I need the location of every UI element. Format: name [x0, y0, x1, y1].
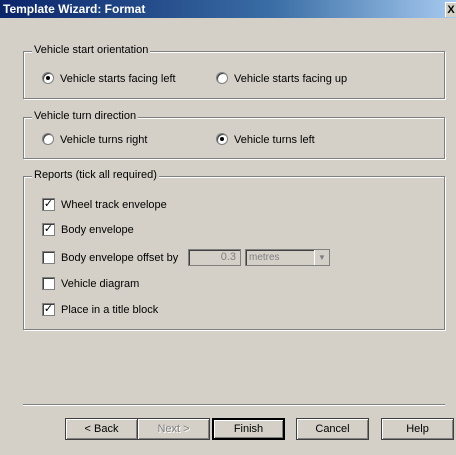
checkbox-label: Body envelope offset by: [61, 252, 179, 264]
radio-label: Vehicle turns right: [60, 134, 148, 146]
orientation-group-label: Vehicle start orientation: [32, 44, 151, 56]
checkbox-unchecked-icon: [42, 276, 55, 290]
checkbox-label: Wheel track envelope: [61, 199, 167, 211]
radio-selected-icon: [216, 133, 228, 146]
offset-value-input[interactable]: 0.3: [188, 249, 241, 266]
radio-label: Vehicle turns left: [234, 134, 315, 146]
close-icon[interactable]: X: [445, 2, 456, 17]
reports-group-label: Reports (tick all required): [32, 169, 159, 181]
offset-unit-select[interactable]: metres ▼: [245, 249, 330, 266]
next-button[interactable]: Next >: [137, 418, 210, 440]
radio-label: Vehicle starts facing left: [60, 73, 176, 85]
checkbox-body-envelope[interactable]: ✓ Body envelope: [42, 222, 134, 237]
radio-starts-facing-left[interactable]: Vehicle starts facing left: [42, 72, 176, 86]
radio-selected-icon: [42, 72, 54, 85]
radio-label: Vehicle starts facing up: [234, 73, 348, 85]
checkbox-unchecked-icon: [42, 250, 55, 264]
checkbox-place-in-title-block[interactable]: ✓ Place in a title block: [42, 302, 159, 317]
help-button[interactable]: Help: [381, 418, 454, 440]
radio-turns-right[interactable]: Vehicle turns right: [42, 133, 147, 147]
checkbox-checked-icon: ✓: [42, 302, 55, 316]
radio-unselected-icon: [42, 133, 54, 146]
finish-button[interactable]: Finish: [212, 418, 285, 440]
back-button[interactable]: < Back: [65, 418, 138, 440]
radio-starts-facing-up[interactable]: Vehicle starts facing up: [216, 72, 347, 86]
checkbox-wheel-track-envelope[interactable]: ✓ Wheel track envelope: [42, 197, 167, 212]
checkbox-checked-icon: ✓: [42, 197, 55, 211]
checkbox-label: Vehicle diagram: [61, 278, 140, 290]
chevron-down-icon[interactable]: ▼: [314, 250, 329, 265]
checkbox-vehicle-diagram[interactable]: Vehicle diagram: [42, 276, 140, 291]
button-separator: [23, 404, 445, 406]
turn-direction-group-label: Vehicle turn direction: [32, 110, 139, 122]
wizard-window: Template Wizard: Format X Vehicle start …: [0, 0, 456, 455]
checkbox-checked-icon: ✓: [42, 222, 55, 236]
checkbox-label: Place in a title block: [61, 304, 159, 316]
radio-turns-left[interactable]: Vehicle turns left: [216, 133, 315, 147]
radio-unselected-icon: [216, 72, 228, 85]
offset-unit-value: metres: [249, 252, 280, 263]
cancel-button[interactable]: Cancel: [296, 418, 369, 440]
checkbox-body-envelope-offset[interactable]: Body envelope offset by: [42, 250, 179, 265]
checkbox-label: Body envelope: [61, 224, 134, 236]
window-title: Template Wizard: Format: [3, 2, 146, 16]
title-bar: Template Wizard: Format X: [0, 0, 456, 18]
